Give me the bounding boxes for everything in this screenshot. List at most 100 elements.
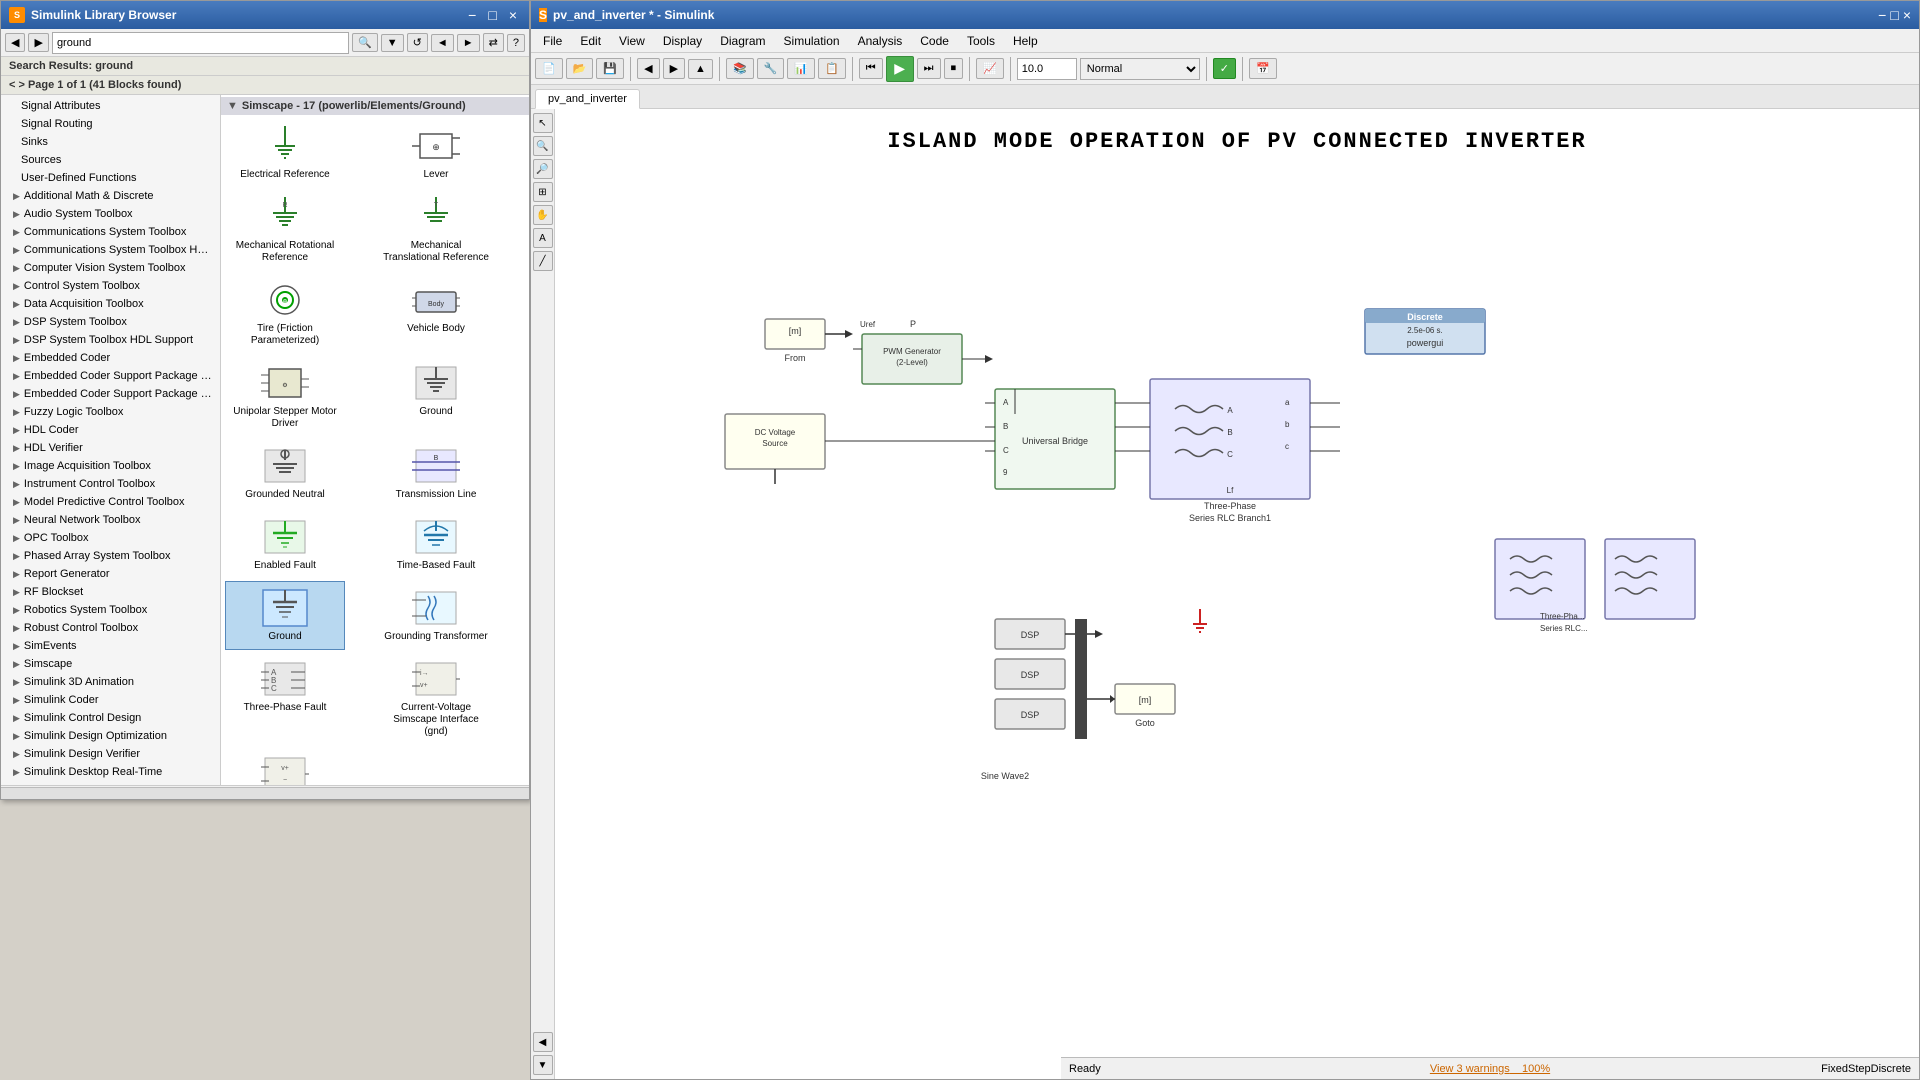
- tree-item-sim-design-ver[interactable]: ▶Simulink Design Verifier: [1, 745, 220, 763]
- block-ground-1[interactable]: Ground: [376, 356, 496, 437]
- lt-hide2-btn[interactable]: ▼: [533, 1055, 553, 1075]
- tree-item-sim-ctrl[interactable]: ▶Simulink Control Design: [1, 709, 220, 727]
- tree-item-embedded-coder-ti[interactable]: ▶Embedded Coder Support Package for Ti: [1, 385, 220, 403]
- block-enabled-fault[interactable]: Enabled Fault: [225, 510, 345, 579]
- tree-item-hdl-coder[interactable]: ▶HDL Coder: [1, 421, 220, 439]
- tree-item-sim-design-opt[interactable]: ▶Simulink Design Optimization: [1, 727, 220, 745]
- lib-sync-btn[interactable]: ⇄: [483, 33, 504, 52]
- powergui-block[interactable]: Discrete 2.5e-06 s. powergui: [1365, 309, 1485, 354]
- tree-item-dsp[interactable]: ▶DSP System Toolbox: [1, 313, 220, 331]
- tree-item-user-funcs[interactable]: User-Defined Functions: [1, 169, 220, 187]
- lib-close-btn[interactable]: ×: [505, 7, 521, 23]
- menu-edit[interactable]: Edit: [572, 32, 609, 50]
- goto-block[interactable]: [m] Goto: [1087, 684, 1175, 728]
- status-warnings[interactable]: View 3 warnings 100%: [1350, 1063, 1631, 1075]
- tree-item-daq[interactable]: ▶Data Acquisition Toolbox: [1, 295, 220, 313]
- menu-help[interactable]: Help: [1005, 32, 1046, 50]
- lib-search-opts-btn[interactable]: ▼: [381, 34, 404, 52]
- rlc-branch-far[interactable]: Three-Pha... Series RLC...: [1495, 539, 1588, 633]
- tree-item-embedded-coder-al[interactable]: ▶Embedded Coder Support Package for Al: [1, 367, 220, 385]
- tb-new-btn[interactable]: 📄: [535, 58, 563, 79]
- tb-library-btn[interactable]: 📚: [726, 58, 754, 79]
- tb-step-back-btn[interactable]: ⏮: [859, 58, 883, 79]
- sim-time-input[interactable]: [1017, 58, 1077, 80]
- tree-item-sources[interactable]: Sources: [1, 151, 220, 169]
- tree-item-robotics[interactable]: ▶Robotics System Toolbox: [1, 601, 220, 619]
- diagram-ground-symbol[interactable]: [1193, 609, 1207, 632]
- tree-item-sim-desktop-rt[interactable]: ▶Simulink Desktop Real-Time: [1, 763, 220, 781]
- from-block[interactable]: [m] From: [765, 319, 853, 363]
- pwm-generator-block[interactable]: PWM Generator (2-Level): [853, 334, 993, 384]
- block-cv-interface[interactable]: i→ v+ Current-Voltage Simscape Interface…: [376, 652, 496, 745]
- tree-item-addl-math[interactable]: ▶Additional Math & Discrete: [1, 187, 220, 205]
- tb-step-fwd-btn[interactable]: ⏭: [917, 58, 941, 79]
- lt-zoom-out-btn[interactable]: 🔎: [533, 159, 553, 179]
- tree-item-control[interactable]: ▶Control System Toolbox: [1, 277, 220, 295]
- menu-display[interactable]: Display: [655, 32, 710, 50]
- tree-item-comms-hdl[interactable]: ▶Communications System Toolbox HDL Su: [1, 241, 220, 259]
- block-grounded-neutral[interactable]: Grounded Neutral: [225, 439, 345, 508]
- tree-item-fuzzy[interactable]: ▶Fuzzy Logic Toolbox: [1, 403, 220, 421]
- sim-mode-select[interactable]: Normal Accelerator Rapid Accelerator: [1080, 58, 1200, 80]
- tree-item-opc[interactable]: ▶OPC Toolbox: [1, 529, 220, 547]
- lt-zoom-in-btn[interactable]: 🔍: [533, 136, 553, 156]
- lib-help-btn[interactable]: ?: [507, 34, 525, 52]
- tb-run-btn[interactable]: ▶: [886, 56, 914, 82]
- lib-tree[interactable]: Signal Attributes Signal Routing Sinks S…: [1, 95, 221, 785]
- tree-item-comms[interactable]: ▶Communications System Toolbox: [1, 223, 220, 241]
- lib-search-btn[interactable]: 🔍: [352, 33, 378, 52]
- tree-item-signal-attributes[interactable]: Signal Attributes: [1, 97, 220, 115]
- lt-arrow-btn[interactable]: ↖: [533, 113, 553, 133]
- dsp-block-2[interactable]: DSP: [995, 659, 1065, 689]
- dsp-block-3[interactable]: DSP: [995, 699, 1065, 729]
- menu-file[interactable]: File: [535, 32, 570, 50]
- sim-minimize-btn[interactable]: −: [1878, 7, 1886, 23]
- lt-line-btn[interactable]: ╱: [533, 251, 553, 271]
- tb-scope-btn[interactable]: 📈: [976, 58, 1004, 79]
- lib-minimize-btn[interactable]: −: [464, 7, 480, 23]
- lib-forward-btn[interactable]: ▶: [28, 33, 48, 52]
- lt-text-btn[interactable]: A: [533, 228, 553, 248]
- tree-item-phased-array[interactable]: ▶Phased Array System Toolbox: [1, 547, 220, 565]
- tree-item-sim-coder[interactable]: ▶Simulink Coder: [1, 691, 220, 709]
- tree-item-dsp-hdl[interactable]: ▶DSP System Toolbox HDL Support: [1, 331, 220, 349]
- lib-maximize-btn[interactable]: □: [484, 7, 500, 23]
- block-time-fault[interactable]: Time-Based Fault: [376, 510, 496, 579]
- menu-view[interactable]: View: [611, 32, 653, 50]
- menu-diagram[interactable]: Diagram: [712, 32, 773, 50]
- tb-forward-btn[interactable]: ▶: [663, 58, 685, 79]
- tb-calendar-btn[interactable]: 📅: [1249, 58, 1277, 79]
- tree-item-hdl-verifier[interactable]: ▶HDL Verifier: [1, 439, 220, 457]
- lib-nav-right-btn[interactable]: ►: [457, 34, 480, 52]
- tb-save-btn[interactable]: 💾: [596, 58, 624, 79]
- tree-item-instrument[interactable]: ▶Instrument Control Toolbox: [1, 475, 220, 493]
- tree-item-simscape[interactable]: ▶Simscape: [1, 655, 220, 673]
- menu-simulation[interactable]: Simulation: [776, 32, 848, 50]
- tree-item-embedded-coder[interactable]: ▶Embedded Coder: [1, 349, 220, 367]
- tb-profiler-btn[interactable]: 📊: [787, 58, 815, 79]
- menu-tools[interactable]: Tools: [959, 32, 1003, 50]
- block-tire[interactable]: ⊕ Tire (Friction Parameterized): [225, 273, 345, 354]
- block-three-phase-fault[interactable]: A B C Three-Phase Fault: [225, 652, 345, 745]
- lt-fit-btn[interactable]: ⊞: [533, 182, 553, 202]
- tree-item-signal-routing[interactable]: Signal Routing: [1, 115, 220, 133]
- block-vehicle-body[interactable]: Body Vehicle Body: [376, 273, 496, 354]
- tree-item-audio[interactable]: ▶Audio System Toolbox: [1, 205, 220, 223]
- rlc-branch-far2[interactable]: [1605, 539, 1695, 619]
- block-stepper[interactable]: ⚙ Unipolar Stepper Motor Driver: [225, 356, 345, 437]
- lib-nav-left-btn[interactable]: ◄: [431, 34, 454, 52]
- tree-item-rf-blockset[interactable]: ▶RF Blockset: [1, 583, 220, 601]
- lib-hscrollbar[interactable]: [1, 787, 529, 799]
- lt-pan-btn[interactable]: ✋: [533, 205, 553, 225]
- tb-validate-btn[interactable]: ✓: [1213, 58, 1236, 79]
- tree-item-simevents[interactable]: ▶SimEvents: [1, 637, 220, 655]
- block-vc-interface[interactable]: v+ − Voltage-Current Simscape Interface …: [225, 747, 345, 785]
- universal-bridge-block[interactable]: Universal Bridge A B C 9: [985, 389, 1145, 489]
- tb-up-btn[interactable]: ▲: [688, 59, 713, 79]
- block-grounding-transformer[interactable]: Grounding Transformer: [376, 581, 496, 650]
- lib-refresh-btn[interactable]: ↺: [407, 33, 428, 52]
- block-electrical-ref[interactable]: Electrical Reference: [225, 119, 345, 188]
- block-ground-selected[interactable]: Ground: [225, 581, 345, 650]
- tb-debug-btn[interactable]: 🔧: [757, 58, 785, 79]
- tb-open-btn[interactable]: 📂: [566, 58, 594, 79]
